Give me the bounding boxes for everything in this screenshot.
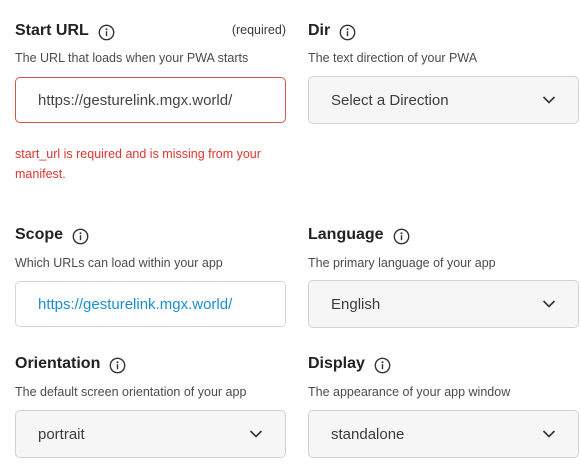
info-icon[interactable] bbox=[98, 24, 115, 41]
start-url-input[interactable]: https://gesturelink.mgx.world/ bbox=[15, 77, 286, 123]
language-selected-value: English bbox=[331, 295, 381, 313]
info-icon[interactable] bbox=[72, 228, 89, 245]
dir-field: Dir The text direction of your PWA Selec… bbox=[308, 19, 579, 129]
info-icon[interactable] bbox=[374, 357, 391, 374]
start-url-error-message: start_url is required and is missing fro… bbox=[15, 147, 261, 181]
display-label-row: Display bbox=[308, 352, 391, 376]
language-description: The primary language of your app bbox=[308, 256, 496, 270]
info-icon[interactable] bbox=[109, 357, 126, 374]
language-label: Language bbox=[308, 226, 384, 243]
chevron-down-icon bbox=[542, 430, 556, 438]
orientation-label-row: Orientation bbox=[15, 352, 126, 376]
info-icon[interactable] bbox=[339, 24, 356, 41]
orientation-label: Orientation bbox=[15, 355, 101, 372]
orientation-select[interactable]: portrait bbox=[15, 410, 286, 458]
start-url-field: Start URL (required) The URL that loads … bbox=[15, 19, 286, 189]
display-select[interactable]: standalone bbox=[308, 410, 579, 458]
scope-description: Which URLs can load within your app bbox=[15, 256, 223, 270]
scope-label: Scope bbox=[15, 226, 64, 243]
start-url-label-row: Start URL bbox=[15, 19, 115, 43]
language-label-row: Language bbox=[308, 223, 410, 247]
language-field: Language The primary language of your ap… bbox=[308, 223, 579, 333]
orientation-selected-value: portrait bbox=[38, 425, 85, 443]
dir-description: The text direction of your PWA bbox=[308, 51, 478, 65]
chevron-down-icon bbox=[249, 430, 263, 438]
chevron-down-icon bbox=[542, 96, 556, 104]
chevron-down-icon bbox=[542, 300, 556, 308]
language-select[interactable]: English bbox=[308, 280, 579, 328]
display-label: Display bbox=[308, 355, 365, 372]
scope-label-row: Scope bbox=[15, 223, 89, 247]
orientation-description: The default screen orientation of your a… bbox=[15, 385, 247, 399]
dir-select[interactable]: Select a Direction bbox=[308, 76, 579, 124]
scope-field: Scope Which URLs can load within your ap… bbox=[15, 223, 286, 333]
dir-label: Dir bbox=[308, 22, 331, 39]
orientation-field: Orientation The default screen orientati… bbox=[15, 352, 286, 462]
display-selected-value: standalone bbox=[331, 425, 405, 443]
scope-input[interactable]: https://gesturelink.mgx.world/ bbox=[15, 281, 286, 327]
display-field: Display The appearance of your app windo… bbox=[308, 352, 579, 462]
start-url-label: Start URL bbox=[15, 22, 89, 39]
start-url-description: The URL that loads when your PWA starts bbox=[15, 51, 249, 65]
dir-label-row: Dir bbox=[308, 19, 356, 43]
info-icon[interactable] bbox=[393, 228, 410, 245]
required-indicator: (required) bbox=[231, 23, 286, 37]
dir-selected-value: Select a Direction bbox=[331, 91, 449, 109]
display-description: The appearance of your app window bbox=[308, 385, 511, 399]
